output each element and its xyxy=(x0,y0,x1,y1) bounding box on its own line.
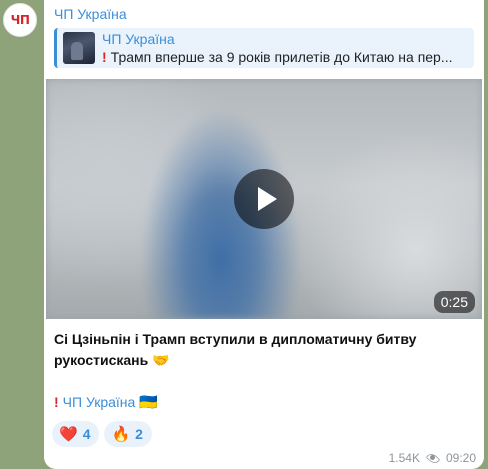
message-caption: Сі Цзіньпін і Трамп вступили в дипломати… xyxy=(54,331,417,368)
channel-link[interactable]: ЧП Україна xyxy=(63,394,136,410)
reaction-fire[interactable]: 🔥 2 xyxy=(104,421,152,447)
reply-text: ! Трамп вперше за 9 років прилетів до Кит… xyxy=(102,49,472,65)
ukraine-flag-icon: 🇺🇦 xyxy=(139,393,158,411)
reply-thumbnail xyxy=(63,32,95,64)
sender-name[interactable]: ЧП Україна xyxy=(54,6,127,22)
reaction-heart[interactable]: ❤️ 4 xyxy=(52,421,100,447)
fire-icon: 🔥 xyxy=(111,425,131,443)
reply-text-content: Трамп вперше за 9 років прилетів до Кита… xyxy=(110,49,453,65)
reactions-bar: ❤️ 4 🔥 2 xyxy=(52,421,152,447)
channel-signature: ! ЧП Україна 🇺🇦 xyxy=(54,393,158,411)
video-preview[interactable]: 0:25 xyxy=(46,79,482,319)
message-bubble: ЧП Україна ЧП Україна ! Трамп вперше за 9… xyxy=(44,0,484,469)
reaction-count: 4 xyxy=(82,426,91,442)
message-time: 09:20 xyxy=(445,451,476,465)
video-duration: 0:25 xyxy=(433,291,475,313)
channel-avatar[interactable]: ЧП xyxy=(3,3,37,37)
play-button[interactable] xyxy=(234,169,294,229)
heart-icon: ❤️ xyxy=(59,425,78,443)
reply-sender-name: ЧП Україна xyxy=(102,31,175,47)
reaction-count: 2 xyxy=(135,426,143,442)
view-count: 1.54K xyxy=(388,451,420,465)
eye-icon xyxy=(425,453,441,463)
exclamation-icon: ! xyxy=(54,394,59,410)
message-meta: 1.54K 09:20 xyxy=(389,451,476,465)
reply-preview[interactable]: ЧП Україна ! Трамп вперше за 9 років прил… xyxy=(54,28,474,68)
exclamation-icon: ! xyxy=(102,49,107,65)
